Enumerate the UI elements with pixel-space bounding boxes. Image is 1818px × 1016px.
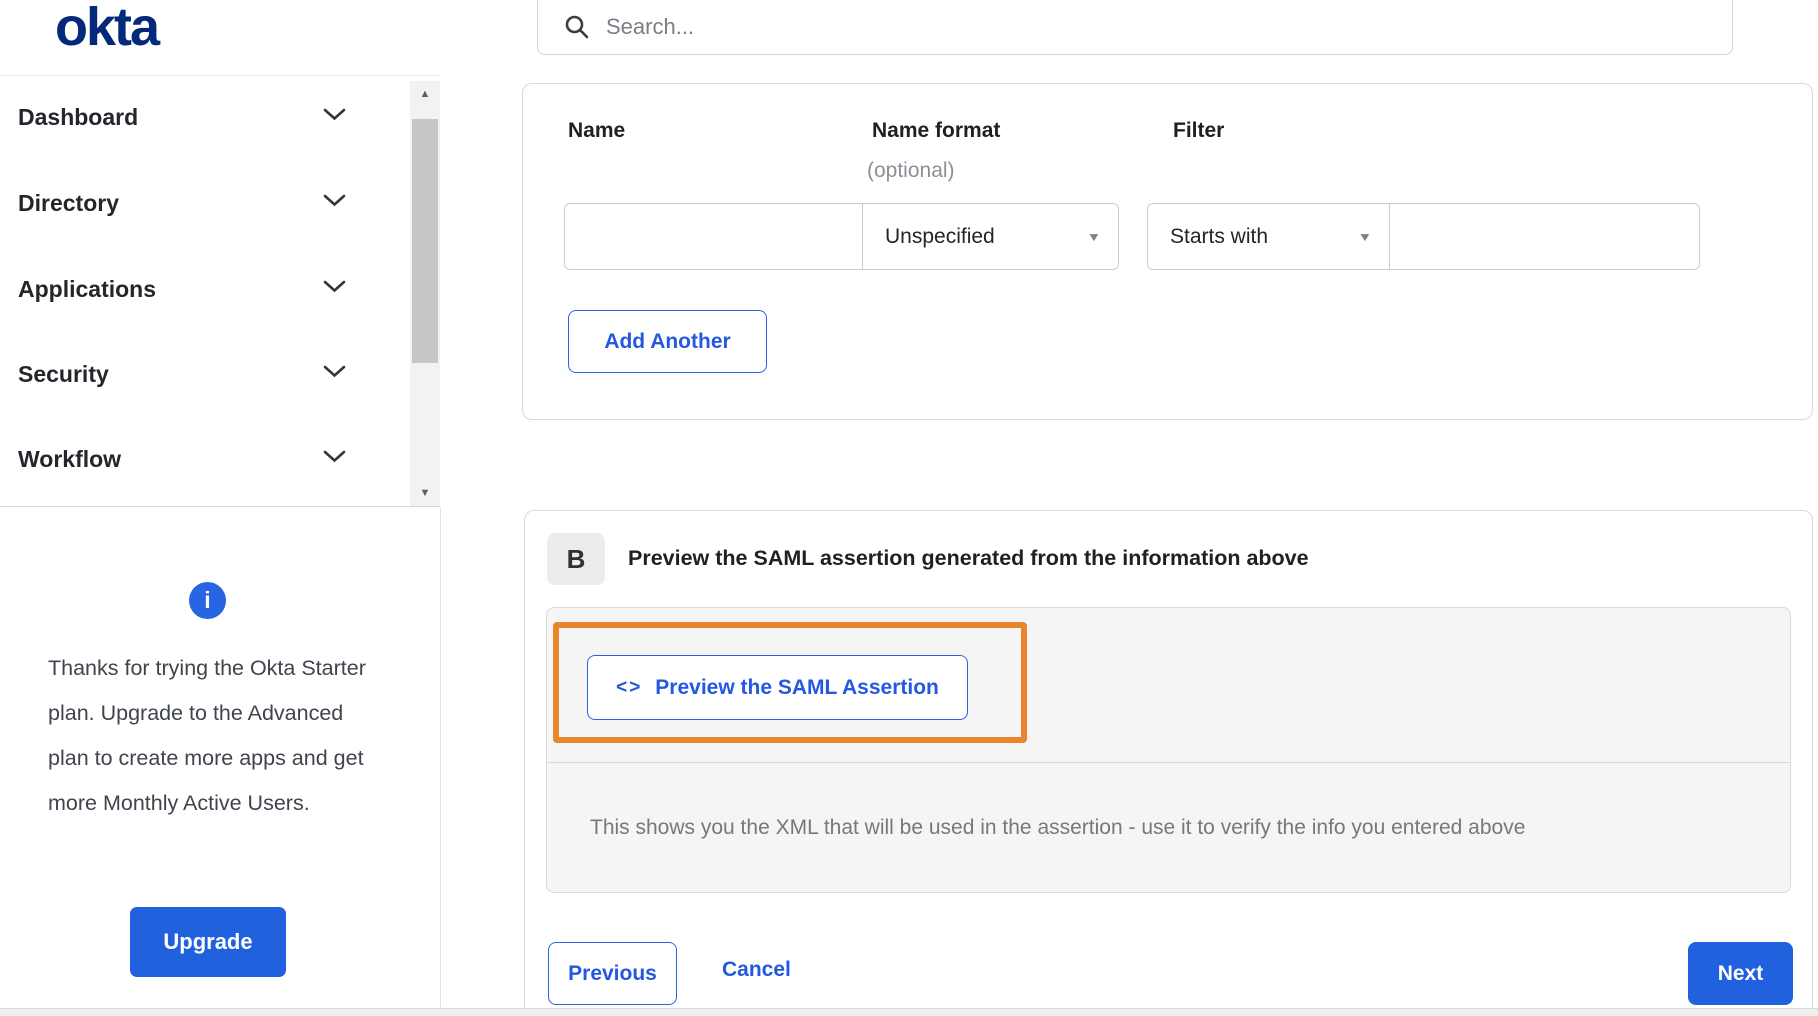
okta-logo[interactable]: okta	[55, 0, 160, 58]
preview-description: This shows you the XML that will be used…	[590, 816, 1526, 839]
select-value: Unspecified	[885, 224, 995, 248]
preview-saml-assertion-button[interactable]: <> Preview the SAML Assertion	[587, 655, 968, 720]
next-button[interactable]: Next	[1688, 942, 1793, 1005]
chevron-down-icon	[323, 108, 346, 126]
chevron-down-icon: ▼	[1357, 229, 1373, 244]
filter-operator-select[interactable]: Starts with ▼	[1147, 203, 1390, 270]
column-note-optional: (optional)	[867, 159, 955, 182]
sidebar-scrollbar[interactable]: ▲ ▼	[410, 81, 440, 506]
select-value: Starts with	[1170, 224, 1269, 248]
name-format-select[interactable]: Unspecified ▼	[862, 203, 1119, 270]
chevron-down-icon	[323, 365, 346, 383]
saml-preview-panel: This shows you the XML that will be used…	[546, 607, 1791, 893]
sidebar-item-label: Applications	[18, 275, 157, 302]
scroll-up-icon[interactable]: ▲	[410, 81, 440, 107]
sidebar-item-security[interactable]: Security	[0, 351, 400, 397]
step-b-badge: B	[547, 533, 605, 585]
chevron-down-icon	[323, 194, 346, 212]
attribute-name-input[interactable]	[564, 203, 863, 270]
scroll-down-icon[interactable]: ▼	[410, 480, 440, 506]
info-icon: i	[189, 582, 226, 619]
okta-admin-screen: okta Dashboard Directory Applications Se…	[0, 0, 1818, 1016]
chevron-down-icon: ▼	[1086, 229, 1102, 244]
sidebar-item-label: Workflow	[18, 445, 122, 472]
sidebar-item-label: Security	[18, 360, 109, 387]
column-header-name-format: Name format	[872, 119, 1001, 142]
horizontal-scrollbar[interactable]	[0, 1008, 1818, 1016]
column-header-name: Name	[568, 119, 626, 142]
chevron-down-icon	[323, 280, 346, 298]
global-search[interactable]	[537, 0, 1733, 55]
sidebar-item-workflow[interactable]: Workflow	[0, 436, 400, 482]
panel-divider	[440, 507, 441, 1008]
add-another-button[interactable]: Add Another	[568, 310, 767, 373]
chevron-down-icon	[323, 450, 346, 468]
section-b-heading: Preview the SAML assertion generated fro…	[628, 546, 1309, 570]
previous-button[interactable]: Previous	[548, 942, 677, 1005]
sidebar-nav: Dashboard Directory Applications Securit…	[0, 75, 440, 507]
upgrade-button[interactable]: Upgrade	[130, 907, 286, 977]
preview-button-label: Preview the SAML Assertion	[655, 675, 939, 699]
search-icon	[565, 15, 589, 38]
column-header-filter: Filter	[1173, 119, 1225, 142]
sidebar-item-directory[interactable]: Directory	[0, 180, 400, 226]
sidebar-item-applications[interactable]: Applications	[0, 266, 400, 312]
sidebar-item-dashboard[interactable]: Dashboard	[0, 94, 400, 140]
plan-message: Thanks for trying the Okta Starter plan.…	[48, 656, 366, 815]
filter-value-input[interactable]	[1389, 203, 1700, 270]
code-icon: <>	[616, 676, 643, 698]
sidebar-item-label: Directory	[18, 189, 119, 216]
scrollbar-thumb[interactable]	[412, 119, 438, 363]
sidebar-item-label: Dashboard	[18, 103, 139, 130]
search-input[interactable]	[606, 13, 1732, 40]
cancel-link[interactable]: Cancel	[722, 958, 791, 982]
